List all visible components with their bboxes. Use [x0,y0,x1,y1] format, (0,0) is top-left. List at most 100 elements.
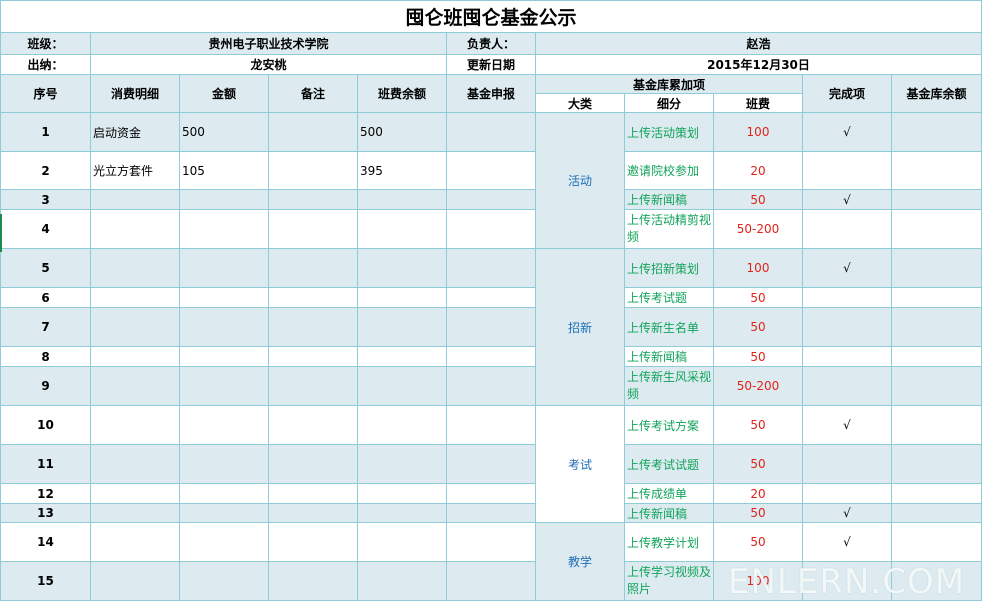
cell-fund-apply[interactable] [446,444,536,484]
cell-fund-apply[interactable] [446,189,536,210]
cell-amount[interactable] [179,209,269,249]
cell-done[interactable] [802,483,892,504]
cell-balance[interactable] [357,209,447,249]
cell-done[interactable] [802,444,892,484]
cell-detail[interactable] [90,248,180,288]
cell-detail[interactable]: 光立方套件 [90,151,180,190]
cashier-value[interactable]: 龙安桃 [90,54,447,75]
cell-amount[interactable] [179,405,269,445]
cell-fund-balance[interactable] [890,444,982,484]
cell-note[interactable] [268,248,358,288]
cell-index[interactable]: 3 [0,189,91,210]
cell-note[interactable] [268,503,358,523]
cell-note[interactable] [268,151,358,190]
cell-balance[interactable] [357,561,447,601]
header-amount[interactable]: 金额 [179,74,269,113]
class-label[interactable]: 班级： [0,32,91,55]
cell-detail[interactable] [90,307,180,347]
cell-detail[interactable] [90,483,180,504]
sheet-title[interactable]: 囤仑班囤仑基金公示 [0,0,982,33]
cell-category[interactable]: 教学 [535,522,625,601]
header-note[interactable]: 备注 [268,74,358,113]
cell-fund-apply[interactable] [446,209,536,249]
cell-done[interactable]: √ [802,248,892,288]
cell-item[interactable]: 上传考试方案 [624,405,714,445]
cell-index[interactable]: 6 [0,287,91,308]
cell-item[interactable]: 上传考试试题 [624,444,714,484]
header-item[interactable]: 细分 [624,93,714,113]
cell-fee[interactable]: 50 [713,503,803,523]
cell-item[interactable]: 上传新闻稿 [624,189,714,210]
cell-done[interactable] [802,307,892,347]
header-detail[interactable]: 消费明细 [90,74,180,113]
cell-fee[interactable]: 100 [713,561,803,601]
cell-fee[interactable]: 100 [713,248,803,288]
cell-fund-balance[interactable] [890,522,982,562]
cell-amount[interactable] [179,307,269,347]
cell-item[interactable]: 上传考试题 [624,287,714,308]
cell-detail[interactable]: 启动资金 [90,112,180,152]
cell-index[interactable]: 9 [0,366,91,406]
cell-fund-apply[interactable] [446,287,536,308]
header-category[interactable]: 大类 [535,93,625,113]
cell-done[interactable] [802,287,892,308]
cell-done[interactable] [802,209,892,249]
cell-note[interactable] [268,346,358,367]
cell-item[interactable]: 上传教学计划 [624,522,714,562]
cell-fund-balance[interactable] [890,503,982,523]
cell-fee[interactable]: 20 [713,483,803,504]
update-date-value[interactable]: 2015年12月30日 [534,54,982,75]
owner-value[interactable]: 赵浩 [534,32,982,55]
cell-balance[interactable]: 500 [357,112,447,152]
cell-index[interactable]: 7 [0,307,91,347]
header-fee[interactable]: 班费 [713,93,803,113]
cell-item[interactable]: 上传招新策划 [624,248,714,288]
cell-fund-apply[interactable] [446,503,536,523]
cell-amount[interactable] [179,522,269,562]
cell-item[interactable]: 上传新生名单 [624,307,714,347]
cell-fund-apply[interactable] [446,561,536,601]
cell-item[interactable]: 上传活动策划 [624,112,714,152]
cell-balance[interactable] [357,346,447,367]
cell-balance[interactable] [357,307,447,347]
cell-detail[interactable] [90,346,180,367]
cell-fee[interactable]: 20 [713,151,803,190]
cell-amount[interactable] [179,287,269,308]
cell-item[interactable]: 上传新闻稿 [624,346,714,367]
update-date-label[interactable]: 更新日期 [446,54,536,75]
cell-note[interactable] [268,405,358,445]
cell-fund-balance[interactable] [890,307,982,347]
cell-note[interactable] [268,444,358,484]
cell-fee[interactable]: 50 [713,522,803,562]
cell-balance[interactable] [357,189,447,210]
cell-category[interactable]: 活动 [535,112,625,249]
cell-item[interactable]: 上传新生风采视频 [624,366,714,406]
cell-detail[interactable] [90,189,180,210]
cell-amount[interactable]: 105 [179,151,269,190]
header-index[interactable]: 序号 [0,74,91,113]
cell-note[interactable] [268,366,358,406]
cell-balance[interactable] [357,522,447,562]
cell-fund-balance[interactable] [890,346,982,367]
cell-fee[interactable]: 50 [713,405,803,445]
cell-note[interactable] [268,561,358,601]
cell-category[interactable]: 招新 [535,248,625,406]
cell-amount[interactable] [179,346,269,367]
cashier-label[interactable]: 出纳： [0,54,91,75]
cell-fee[interactable]: 50 [713,307,803,347]
cell-fund-apply[interactable] [446,405,536,445]
cell-balance[interactable] [357,248,447,288]
cell-amount[interactable] [179,248,269,288]
cell-fee[interactable]: 50 [713,444,803,484]
cell-fund-apply[interactable] [446,307,536,347]
cell-balance[interactable] [357,366,447,406]
cell-amount[interactable] [179,561,269,601]
cell-fee[interactable]: 50-200 [713,209,803,249]
cell-fund-balance[interactable] [890,248,982,288]
cell-index[interactable]: 10 [0,405,91,445]
cell-detail[interactable] [90,444,180,484]
cell-done[interactable]: √ [802,112,892,152]
header-fund-bonus[interactable]: 基金库累加项 [535,74,803,94]
cell-balance[interactable] [357,287,447,308]
cell-fund-apply[interactable] [446,112,536,152]
